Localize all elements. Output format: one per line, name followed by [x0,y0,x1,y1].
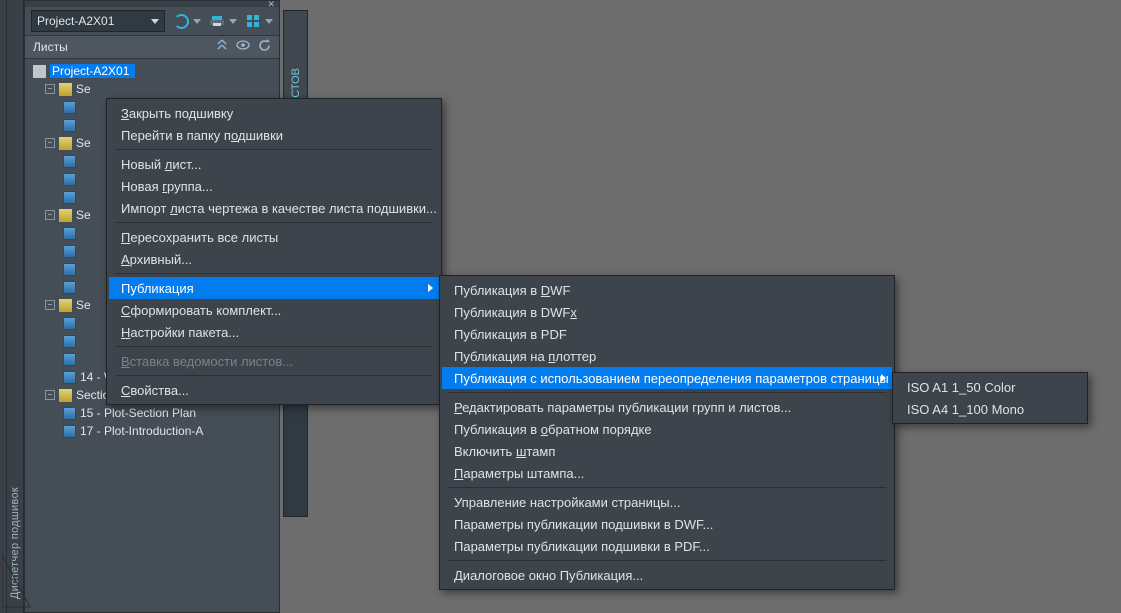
collapse-icon[interactable]: − [45,138,55,148]
tree-sheet-17[interactable]: 17 - Plot-Introduction-A [25,422,279,440]
menu-publish-pdf[interactable]: Публикация в PDF [442,323,892,345]
tree-label: Se [76,298,91,312]
sheet-icon [63,119,76,132]
menu-publish-override[interactable]: Публикация с использованием переопределе… [442,367,892,389]
menu-insert-sheet-list: Вставка ведомости листов... [109,350,439,372]
dropdown-arrow-icon [151,19,159,24]
menu-import-sheet[interactable]: Импорт листа чертежа в качестве листа по… [109,197,439,219]
menu-edit-publish-params[interactable]: Редактировать параметры публикации групп… [442,396,892,418]
menu-iso-a1[interactable]: ISO A1 1_50 Color [895,376,1085,398]
sheet-icon [63,353,76,366]
dropdown-arrow-icon [193,19,201,24]
sheets-header-label: Листы [33,40,68,54]
sheet-icon [63,335,76,348]
collapse-all-icon[interactable] [216,39,228,55]
menu-publish-plotter[interactable]: Публикация на плоттер [442,345,892,367]
context-menu-override: ISO A1 1_50 Color ISO A4 1_100 Mono [892,372,1088,424]
sheet-icon [63,245,76,258]
menu-archive[interactable]: Архивный... [109,248,439,270]
ribbon-handle[interactable] [0,0,7,613]
tree-label: Se [76,136,91,150]
sheet-icon [63,371,76,384]
sheet-icon [63,281,76,294]
project-select[interactable]: Project-A2X01 [31,10,165,32]
collapse-icon[interactable]: − [45,84,55,94]
menu-stamp-params[interactable]: Параметры штампа... [442,462,892,484]
menu-label: Публикация с использованием переопределе… [454,371,889,386]
refresh-icon [171,11,191,31]
sheet-icon [63,191,76,204]
menu-publish-dwf[interactable]: Публикация в DWF [442,279,892,301]
menu-binder-publish-dwf[interactable]: Параметры публикации подшивки в DWF... [442,513,892,535]
toolbar-refresh[interactable] [171,11,201,31]
submenu-arrow-icon [881,374,886,382]
collapse-icon[interactable]: − [45,390,55,400]
sidebar-title-bar: Диспетчер подшивок [7,0,24,613]
folder-icon [59,83,72,96]
tree-label: 15 - Plot-Section Plan [80,406,196,420]
tree-root[interactable]: Project-A2X01 [25,62,279,80]
sheet-icon [63,407,76,420]
sheets-header: Листы [25,36,279,59]
folder-icon [59,389,72,402]
tree-label: Se [76,82,91,96]
folder-icon [59,137,72,150]
menu-new-group[interactable]: Новая группа... [109,175,439,197]
menu-label: Публикация [121,281,194,296]
sheet-icon [63,263,76,276]
tree-root-label: Project-A2X01 [50,64,135,78]
collapse-icon[interactable]: − [45,210,55,220]
submenu-arrow-icon [428,284,433,292]
book-icon [33,65,46,78]
tree-label: Se [76,208,91,222]
project-select-value: Project-A2X01 [37,14,114,28]
toolbar-print[interactable] [207,11,237,31]
toolbar-grid[interactable] [243,11,273,31]
menu-package-settings[interactable]: Настройки пакета... [109,321,439,343]
sheet-icon [63,425,76,438]
menu-iso-a4[interactable]: ISO A4 1_100 Mono [895,398,1085,420]
menu-page-setup-manager[interactable]: Управление настройками страницы... [442,491,892,513]
refresh-icon[interactable] [258,39,271,55]
sheet-icon [63,227,76,240]
menu-publish-reverse[interactable]: Публикация в обратном порядке [442,418,892,440]
printer-icon [207,11,227,31]
menu-close-binder[interactable]: Закрыть подшивку [109,102,439,124]
collapse-icon[interactable]: − [45,300,55,310]
sheet-icon [63,173,76,186]
dropdown-arrow-icon [229,19,237,24]
grid-icon [243,11,263,31]
menu-publish[interactable]: Публикация [109,277,439,299]
menu-binder-publish-pdf[interactable]: Параметры публикации подшивки в PDF... [442,535,892,557]
menu-new-sheet[interactable]: Новый лист... [109,153,439,175]
sidebar-title: Диспетчер подшивок [9,487,21,599]
sheet-icon [63,101,76,114]
tree-sheet-15[interactable]: 15 - Plot-Section Plan [25,404,279,422]
menu-enable-stamp[interactable]: Включить штамп [442,440,892,462]
menu-publish-dialog[interactable]: Диалоговое окно Публикация... [442,564,892,586]
eye-icon[interactable] [236,39,250,55]
menu-goto-folder[interactable]: Перейти в папку подшивки [109,124,439,146]
sheet-icon [63,155,76,168]
menu-properties[interactable]: Свойства... [109,379,439,401]
menu-form-kit[interactable]: Сформировать комплект... [109,299,439,321]
menu-resave-all[interactable]: Пересохранить все листы [109,226,439,248]
sheet-icon [63,317,76,330]
panel-toolbar: Project-A2X01 [25,7,279,36]
menu-publish-dwfx[interactable]: Публикация в DWFx [442,301,892,323]
context-menu-publish: Публикация в DWF Публикация в DWFx Публи… [439,275,895,590]
folder-icon [59,299,72,312]
dropdown-arrow-icon [265,19,273,24]
tree-section-1[interactable]: − Se [25,80,279,98]
context-menu-main: Закрыть подшивку Перейти в папку подшивк… [106,98,442,405]
tree-label: 17 - Plot-Introduction-A [80,424,203,438]
folder-icon [59,209,72,222]
